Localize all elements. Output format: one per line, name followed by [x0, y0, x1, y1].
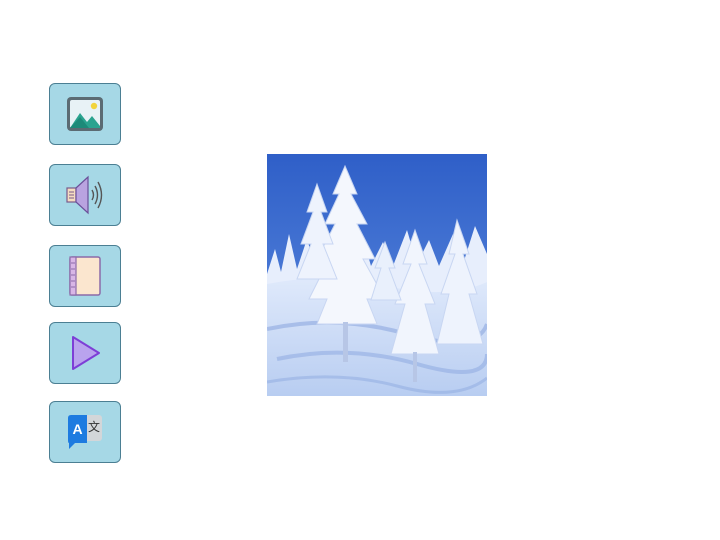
notebook-button[interactable] — [49, 245, 121, 307]
snow-forest-photo — [267, 154, 487, 396]
play-icon — [72, 336, 100, 370]
slide-canvas: A 文 — [0, 0, 720, 540]
translate-glyph-wen: 文 — [88, 419, 100, 434]
translate-glyph-a: A — [72, 421, 82, 437]
image-icon — [67, 97, 103, 131]
audio-button[interactable] — [49, 164, 121, 226]
translate-icon: A 文 — [68, 415, 102, 449]
notebook-icon — [69, 256, 101, 296]
play-button[interactable] — [49, 322, 121, 384]
image-button[interactable] — [49, 83, 121, 145]
speaker-icon — [66, 175, 103, 215]
translate-button[interactable]: A 文 — [49, 401, 121, 463]
